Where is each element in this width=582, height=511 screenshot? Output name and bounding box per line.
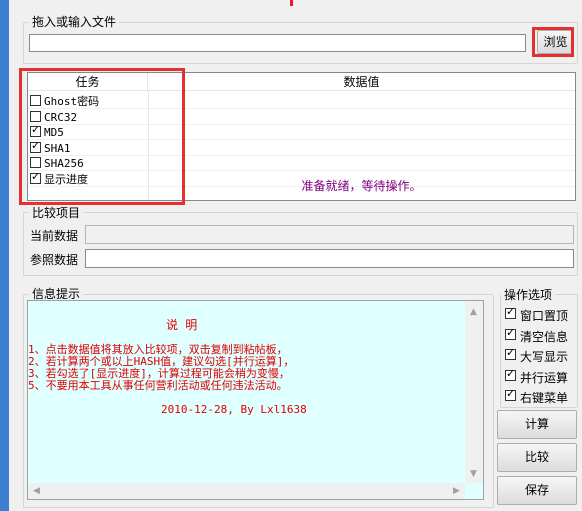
info-line-4: 5、不要用本工具从事任何营利活动或任何违法活动。	[28, 379, 288, 392]
scroll-right-icon[interactable]: ▶	[453, 486, 460, 496]
calculate-button[interactable]: 计算	[497, 410, 577, 439]
status-text: 准备就绪，等待操作。	[301, 179, 422, 193]
info-heading: 说 明	[166, 318, 198, 332]
red-marker	[290, 0, 293, 6]
main-window: 拖入或输入文件 浏览 任务 数据值 Ghost密码CRC32MD5SHA1SHA…	[9, 0, 582, 511]
horizontal-scrollbar[interactable]: ◀ ▶	[28, 483, 465, 499]
option-label: 清空信息	[520, 329, 569, 344]
option-label: 并行运算	[520, 370, 569, 385]
col-value-header[interactable]: 数据值	[148, 73, 575, 91]
option-checkbox[interactable]	[505, 305, 516, 319]
file-group-title: 拖入或输入文件	[29, 15, 120, 29]
scroll-down-icon[interactable]: ▼	[470, 469, 477, 479]
compare-button[interactable]: 比较	[497, 443, 577, 472]
option-label: 窗口置顶	[520, 309, 569, 323]
scroll-left-icon[interactable]: ◀	[33, 486, 40, 496]
option-checkbox[interactable]	[505, 326, 516, 340]
option-label: 右键菜单	[520, 391, 569, 405]
current-data-field[interactable]	[85, 225, 574, 244]
current-data-label: 当前数据	[30, 229, 79, 243]
task-highlight	[19, 68, 185, 205]
scroll-up-icon[interactable]: ▲	[470, 307, 477, 317]
info-footer: 2010-12-28, By Lxl1638	[161, 403, 307, 416]
option-label: 大写显示	[520, 350, 569, 364]
compare-group-title: 比较项目	[29, 206, 84, 220]
info-group-title: 信息提示	[29, 287, 84, 301]
reference-data-label: 参照数据	[30, 253, 79, 267]
options-group-title: 操作选项	[501, 288, 556, 302]
browse-highlight	[532, 27, 574, 57]
file-path-input[interactable]	[29, 34, 526, 52]
info-textbox[interactable]: 说 明 1、点击数据值将其放入比较项，双击复制到粘帖板， 2、若计算两个或以上H…	[27, 300, 484, 500]
vertical-scrollbar[interactable]: ▲ ▼	[465, 301, 483, 483]
reference-data-input[interactable]	[85, 249, 574, 268]
save-button[interactable]: 保存	[497, 476, 577, 505]
option-checkbox[interactable]	[505, 387, 516, 401]
option-checkbox[interactable]	[505, 367, 516, 381]
option-checkbox[interactable]	[505, 346, 516, 360]
